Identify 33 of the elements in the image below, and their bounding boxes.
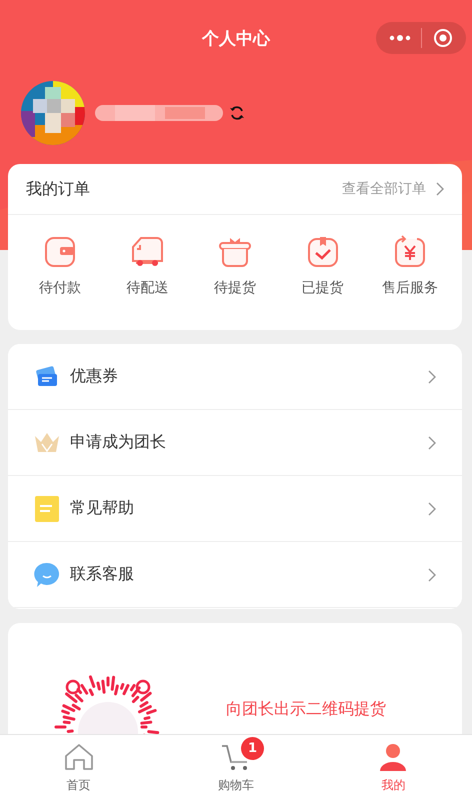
chevron-icon — [436, 182, 444, 196]
tab[interactable]: 我的 — [343, 735, 444, 797]
close-icon[interactable] — [432, 28, 453, 48]
ticket-icon — [34, 364, 60, 388]
order-status-item[interactable]: 售后服务 — [370, 235, 450, 297]
tab[interactable]: 首页 — [28, 735, 129, 797]
page-title: 个人中心 — [202, 28, 270, 50]
chat-bubble-icon — [34, 562, 60, 588]
more-icon[interactable] — [389, 34, 412, 42]
crown-icon — [34, 432, 60, 454]
chevron-icon — [428, 568, 436, 582]
gift-icon — [218, 235, 252, 269]
pickup-hint: 向团长出示二维码提货 — [226, 699, 386, 720]
capsule-menu[interactable] — [376, 22, 466, 54]
chevron-icon — [428, 436, 436, 450]
order-status-item[interactable]: 待付款 — [20, 235, 100, 297]
tab[interactable]: 1 购物车 — [186, 735, 286, 797]
note-icon — [34, 496, 60, 522]
order-status-item[interactable]: 待配送 — [107, 235, 188, 297]
user-icon — [378, 742, 408, 772]
refresh-icon[interactable] — [229, 105, 245, 121]
truck-icon — [130, 235, 164, 269]
chevron-icon — [428, 502, 436, 516]
refund-icon — [393, 235, 428, 269]
menu-item[interactable]: 优惠券 — [8, 344, 462, 410]
wallet-icon — [42, 235, 77, 269]
section-title: 我的订单 — [26, 178, 90, 200]
order-status-item[interactable]: 已提货 — [282, 235, 363, 297]
checked-bag-icon — [306, 235, 340, 269]
cart-count-badge: 1 — [240, 737, 264, 760]
order-status-item[interactable]: 待提货 — [194, 235, 275, 297]
chevron-icon — [428, 370, 436, 384]
home-icon — [64, 743, 94, 771]
